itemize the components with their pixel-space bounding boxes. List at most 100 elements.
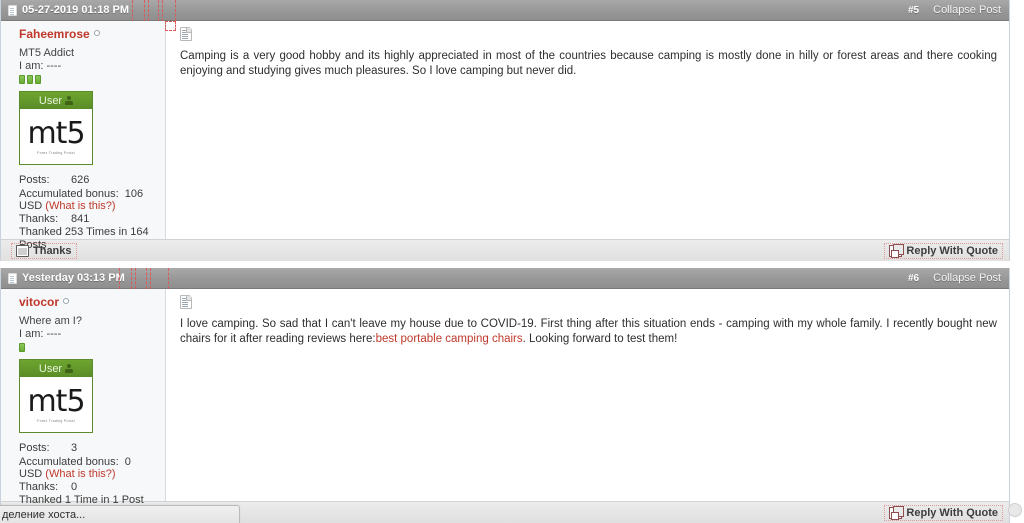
stat-posts-label: Posts: (19, 442, 50, 454)
post-permalink-number[interactable]: #5 (908, 5, 919, 16)
stat-thanks-value: 0 (71, 480, 78, 493)
user-stats: Posts: 626 Accumulated bonus: 106 USD (W… (19, 174, 157, 251)
reputation-bar-icon (19, 75, 25, 84)
post-permalink-number[interactable]: #6 (908, 273, 919, 284)
user-location: I am: ---- (19, 60, 62, 72)
highlight-marker (158, 0, 159, 21)
avatar-logo-subtext: Forex Trading Portal (37, 418, 75, 423)
stat-thanks-value: 841 (71, 212, 90, 225)
post-header: 05-27-2019 01:18 PM #5 Collapse Post (1, 0, 1009, 21)
post-date: Yesterday 03:13 PM (22, 272, 125, 284)
thanks-button[interactable]: Thanks (11, 242, 77, 259)
highlight-marker (146, 268, 147, 289)
highlight-marker (168, 268, 169, 289)
post-date-group: Yesterday 03:13 PM (8, 272, 125, 284)
reputation-bars (19, 75, 157, 84)
post-body: Faheemrose MT5 Addict I am: ---- User mt… (1, 21, 1009, 251)
message-text: I love camping. So sad that I can't leav… (180, 317, 999, 347)
avatar-image: mt5 Forex Trading Portal (20, 109, 92, 164)
username-row: Faheemrose (19, 27, 157, 41)
browser-page: 05-27-2019 01:18 PM #5 Collapse Post Fah… (0, 0, 1024, 523)
stat-bonus: Accumulated bonus: 0 USD (What is this?) (19, 456, 157, 481)
post-document-icon (8, 4, 17, 16)
stat-posts-value: 3 (71, 442, 78, 454)
avatar-logo-text: mt5 (27, 115, 85, 151)
browser-status-bar: деление хоста... (0, 505, 240, 523)
post-date: 05-27-2019 01:18 PM (22, 4, 130, 16)
username-row: vitocor (19, 295, 157, 309)
reply-with-quote-button[interactable]: Reply With Quote (884, 242, 1003, 259)
post-5: 05-27-2019 01:18 PM #5 Collapse Post Fah… (0, 0, 1010, 261)
post-message: Camping is a very good hobby and its hig… (166, 21, 1009, 239)
stat-posts: Posts: 626 (19, 174, 157, 187)
user-title: Where am I? (19, 315, 82, 327)
reply-with-quote-label: Reply With Quote (906, 506, 998, 519)
avatar-usergroup-banner: User (20, 360, 92, 377)
highlight-marker (162, 0, 163, 21)
online-status-icon (63, 298, 70, 304)
stat-bonus-label: Accumulated bonus: (19, 455, 119, 468)
online-status-icon (93, 30, 100, 36)
person-icon (65, 363, 74, 374)
reply-with-quote-button[interactable]: Reply With Quote (884, 504, 1003, 521)
message-inline-link[interactable]: best portable camping chairs (376, 333, 523, 345)
stat-posts-value: 626 (71, 174, 90, 186)
stat-thanks-label: Thanks: (19, 212, 59, 225)
message-icon (180, 27, 192, 41)
user-stats: Posts: 3 Accumulated bonus: 0 USD (What … (19, 442, 157, 507)
collapse-post-button[interactable]: Collapse Post (933, 272, 1001, 284)
thanks-icon (16, 244, 29, 257)
person-icon (65, 95, 74, 106)
stat-posts: Posts: 3 (19, 442, 157, 455)
message-body: Camping is a very good hobby and its hig… (180, 50, 997, 77)
reply-with-quote-label: Reply With Quote (906, 244, 998, 257)
reputation-bar-icon (35, 75, 41, 84)
message-text: Camping is a very good hobby and its hig… (180, 49, 999, 79)
bonus-help-link[interactable]: (What is this?) (45, 468, 115, 480)
highlight-marker (150, 268, 151, 289)
status-bar-text: деление хоста... (2, 508, 86, 521)
user-info-panel: vitocor Where am I? I am: ---- User mt5 (1, 289, 166, 506)
user-info-panel: Faheemrose MT5 Addict I am: ---- User mt… (1, 21, 166, 251)
message-icon (180, 295, 192, 309)
username-link[interactable]: Faheemrose (19, 27, 90, 41)
quote-icon (889, 505, 905, 520)
highlight-marker (131, 268, 132, 289)
avatar[interactable]: User mt5 Forex Trading Portal (19, 359, 93, 433)
post-document-icon (8, 272, 17, 284)
reputation-bar-icon (19, 343, 25, 352)
user-location: I am: ---- (19, 328, 62, 340)
username-link[interactable]: vitocor (19, 295, 59, 309)
highlight-marker (148, 0, 149, 21)
avatar-wrapper: User mt5 Forex Trading Portal (19, 359, 157, 433)
highlight-marker (132, 0, 133, 21)
post-header: Yesterday 03:13 PM #6 Collapse Post (1, 268, 1009, 289)
avatar-logo-text: mt5 (27, 383, 85, 419)
scroll-thumb[interactable] (1008, 503, 1022, 517)
highlight-marker (135, 268, 136, 289)
reputation-bars (19, 343, 157, 352)
avatar-usergroup-label: User (38, 94, 63, 107)
stat-thanks: Thanks: 0 (19, 481, 157, 494)
avatar-usergroup-banner: User (20, 92, 92, 109)
collapse-post-button[interactable]: Collapse Post (933, 4, 1001, 16)
stat-bonus-label: Accumulated bonus: (19, 187, 119, 200)
stat-thanks: Thanks: 841 (19, 213, 157, 226)
stat-bonus: Accumulated bonus: 106 USD (What is this… (19, 188, 157, 213)
message-body-tail: . Looking forward to test them! (522, 333, 678, 345)
stat-posts-label: Posts: (19, 174, 50, 186)
page-right-gutter (1010, 0, 1024, 523)
avatar-wrapper: User mt5 Forex Trading Portal (19, 91, 157, 165)
bonus-help-link[interactable]: (What is this?) (45, 200, 115, 212)
thanks-button-label: Thanks (33, 244, 72, 257)
post-message: I love camping. So sad that I can't leav… (166, 289, 1009, 501)
avatar[interactable]: User mt5 Forex Trading Portal (19, 91, 93, 165)
avatar-image: mt5 Forex Trading Portal (20, 377, 92, 432)
stat-thanks-label: Thanks: (19, 480, 59, 493)
post-date-group: 05-27-2019 01:18 PM (8, 4, 129, 16)
avatar-usergroup-label: User (38, 362, 63, 375)
post-header-actions: #6 Collapse Post (908, 272, 1001, 284)
post-body: vitocor Where am I? I am: ---- User mt5 (1, 289, 1009, 506)
avatar-logo-subtext: Forex Trading Portal (37, 150, 75, 155)
post-6: Yesterday 03:13 PM #6 Collapse Post vito… (0, 268, 1010, 523)
